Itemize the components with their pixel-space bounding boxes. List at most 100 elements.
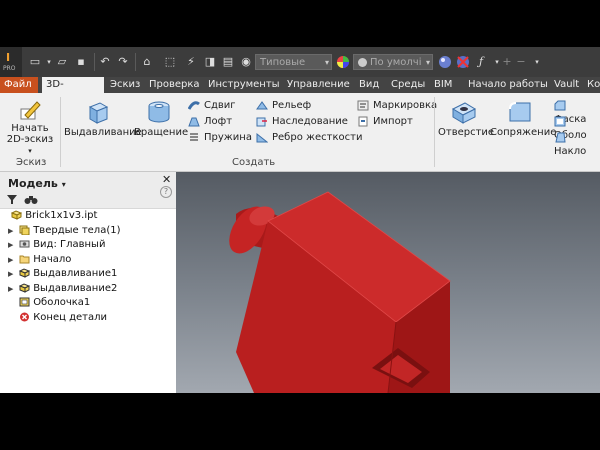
quick-access-toolbar: I PRO ▭ ▾ ▱ ▪ ↶ ↷ ⌂ ⬚ ⚡ ◨ ▤ ◉ Типовые ▾ По… [0, 47, 600, 77]
tab-get-started[interactable]: Начало работы [464, 77, 552, 93]
graphics-viewport[interactable] [176, 172, 600, 393]
mark-icon [357, 100, 369, 110]
save-icon[interactable]: ▪ [74, 55, 88, 69]
adjust-appearance-icon[interactable] [438, 55, 452, 69]
tab-manage[interactable]: Управление [283, 77, 354, 93]
browser-title[interactable]: Модель ▾ [8, 177, 66, 190]
open-icon[interactable]: ▱ [55, 55, 69, 69]
tree-item-solid-bodies[interactable]: ▶ Твердые тела(1) [0, 224, 176, 239]
tab-environments[interactable]: Среды [387, 77, 429, 93]
browser-header: Модель ▾ ✕ ? [0, 172, 176, 209]
rib-button[interactable]: Ребро жесткости [256, 131, 362, 145]
fx-parameters-icon[interactable]: ƒ [474, 55, 488, 69]
tree-item-part[interactable]: Brick1x1v3.ipt [0, 209, 176, 224]
chamfer-icon [554, 100, 566, 110]
undo-icon[interactable]: ↶ [98, 55, 112, 69]
view-icon [19, 240, 30, 248]
sketch-pencil-icon [20, 101, 41, 120]
redo-icon[interactable]: ↷ [116, 55, 130, 69]
tab-collaborate[interactable]: Ко [583, 77, 600, 93]
browser-tree: Brick1x1v3.ipt ▶ Твердые тела(1) ▶ Вид: … [0, 209, 176, 325]
fillet-label: Сопряжение [490, 127, 557, 138]
ribbon-tabs: Файл 3D-модель Эскиз Проверка Инструмент… [0, 77, 600, 106]
import-icon [358, 116, 368, 126]
loft-button[interactable]: Лофт [188, 115, 232, 129]
extrusion-icon [19, 268, 31, 278]
folder-icon [19, 255, 30, 263]
tree-item-end-of-part[interactable]: Конец детали [0, 311, 176, 326]
brick-3d-model[interactable] [176, 172, 600, 393]
emboss-button[interactable]: Рельеф [256, 99, 311, 113]
tab-view[interactable]: Вид [355, 77, 383, 93]
tab-vault[interactable]: Vault [550, 77, 583, 93]
extrusion-icon [19, 282, 31, 293]
ribbon-panel: Начать 2D-эскиз ▾ Эскиз Выдавливание Вра… [0, 93, 600, 172]
sketch-group-label: Эскиз [16, 157, 47, 168]
tab-sketch[interactable]: Эскиз [106, 77, 144, 93]
chamfer-button[interactable]: Фаска [554, 99, 600, 125]
minus-icon[interactable]: − [514, 55, 528, 69]
mark-button[interactable]: Маркировка [357, 99, 437, 113]
app-logo[interactable]: I PRO [0, 47, 22, 77]
home-icon[interactable]: ⌂ [140, 55, 154, 69]
measure-icon[interactable]: ◨ [203, 55, 217, 69]
hole-button[interactable]: Отверстие [438, 99, 495, 138]
create-group-label: Создать [232, 157, 276, 168]
tab-tools[interactable]: Инструменты [204, 77, 284, 93]
tree-item-shell-1[interactable]: Оболочка1 [0, 296, 176, 311]
fillet-button[interactable]: Сопряжение [490, 99, 557, 138]
coil-button[interactable]: Пружина [188, 131, 252, 145]
tree-item-extrusion-2[interactable]: ▶ Выдавливание2 [0, 282, 176, 297]
inventor-window: I PRO ▭ ▾ ▱ ▪ ↶ ↷ ⌂ ⬚ ⚡ ◨ ▤ ◉ Типовые ▾ По… [0, 47, 600, 393]
revolve-button[interactable]: Вращение [134, 99, 189, 138]
material-combo[interactable]: По умолчі ▾ [353, 54, 433, 70]
clear-appearance-icon[interactable] [456, 55, 470, 69]
extrude-icon [88, 102, 109, 124]
loft-icon [188, 117, 200, 126]
appearance-combo[interactable]: Типовые ▾ [255, 54, 332, 70]
select-icon[interactable]: ⬚ [163, 55, 177, 69]
fillet-icon [509, 102, 531, 122]
tree-item-origin[interactable]: ▶ Начало [0, 253, 176, 268]
find-binoculars-icon[interactable] [24, 194, 38, 205]
tab-inspect[interactable]: Проверка [145, 77, 204, 93]
import-button[interactable]: Импорт [357, 115, 413, 129]
tab-bim[interactable]: BIM [430, 77, 456, 93]
start-sketch-label-2: 2D-эскиз ▾ [6, 134, 54, 155]
extrude-label: Выдавливание [64, 127, 142, 138]
derive-icon [256, 117, 267, 126]
revolve-label: Вращение [134, 127, 189, 138]
start-2d-sketch-button[interactable]: Начать 2D-эскиз ▾ [6, 99, 54, 156]
close-icon[interactable]: ✕ [162, 173, 171, 186]
rib-icon [256, 132, 268, 142]
revolve-icon [148, 101, 170, 123]
tree-item-extrusion-1[interactable]: ▶ Выдавливание1 [0, 267, 176, 282]
model-browser: Модель ▾ ✕ ? Brick1x1v3.ipt ▶ Твердые те… [0, 172, 177, 393]
material-sphere-icon[interactable]: ◉ [239, 55, 253, 69]
draft-button[interactable]: Накло [554, 131, 600, 157]
tree-item-view[interactable]: ▶ Вид: Главный [0, 238, 176, 253]
start-sketch-label-1: Начать [11, 123, 49, 134]
derive-button[interactable]: Наследование [256, 115, 348, 129]
parameters-icon[interactable]: ▤ [221, 55, 235, 69]
plus-icon[interactable]: + [500, 55, 514, 69]
hole-label: Отверстие [438, 127, 495, 138]
color-wheel-icon[interactable] [336, 55, 350, 69]
draft-icon [555, 132, 566, 142]
extrude-button[interactable]: Выдавливание [64, 99, 142, 138]
tab-file[interactable]: Файл [0, 77, 38, 93]
hole-icon [451, 102, 477, 124]
tab-3d-model[interactable]: 3D-модель [42, 77, 104, 106]
shell-button[interactable]: Оболо [554, 115, 600, 141]
new-dropdown-icon[interactable]: ▾ [42, 55, 56, 69]
update-icon[interactable]: ⚡ [184, 55, 198, 69]
customize-dropdown-icon[interactable]: ▾ [530, 55, 544, 69]
sweep-button[interactable]: Сдвиг [188, 99, 236, 113]
help-icon[interactable]: ? [160, 186, 172, 198]
part-icon [11, 210, 23, 220]
new-file-icon[interactable]: ▭ [28, 55, 42, 69]
emboss-icon [256, 100, 268, 109]
shell-icon [554, 116, 566, 126]
filter-icon[interactable] [6, 194, 18, 205]
end-of-part-icon [20, 312, 30, 321]
